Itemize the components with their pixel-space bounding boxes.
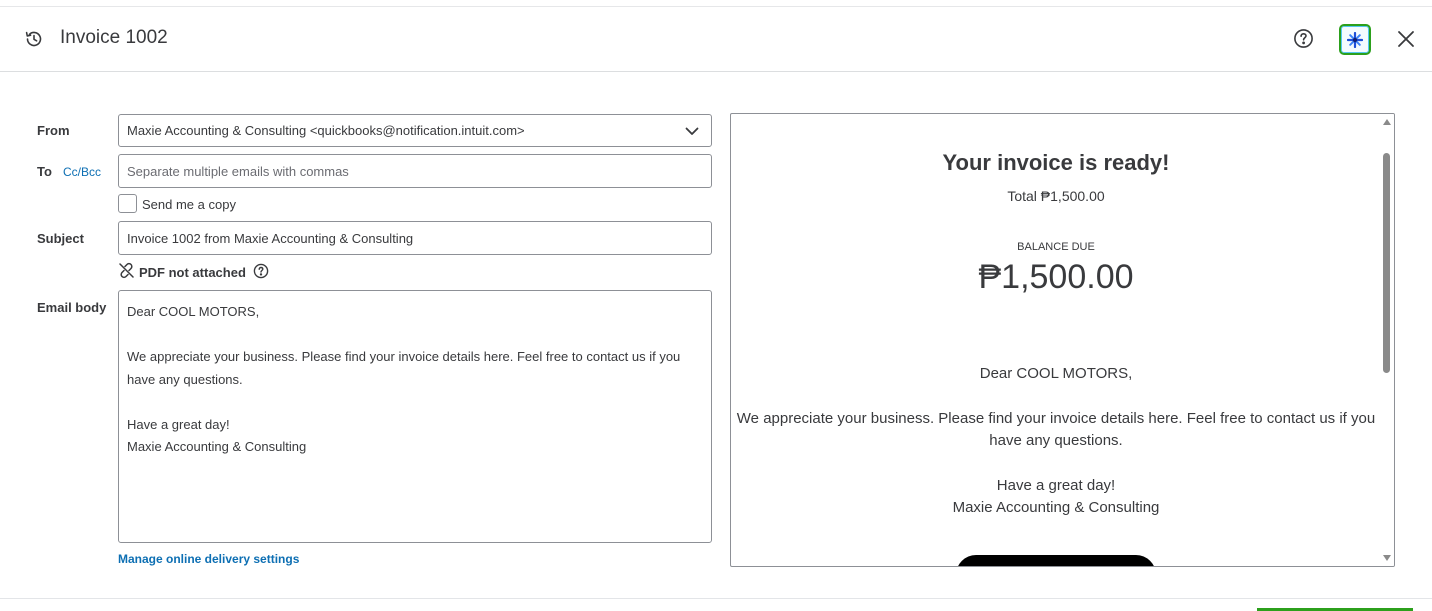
- preview-scrollbar[interactable]: [1380, 114, 1394, 566]
- preview-greeting: Dear COOL MOTORS,: [979, 365, 1133, 382]
- email-body-textarea[interactable]: Dear COOL MOTORS, We appreciate your bus…: [118, 290, 712, 543]
- body-closing: Have a great day!: [127, 416, 230, 432]
- help-circle-icon[interactable]: [1293, 28, 1314, 49]
- preview-message: Dear COOL MOTORS, We appreciate your bus…: [731, 363, 1381, 520]
- pdf-status-row: PDF not attached: [118, 262, 269, 282]
- to-field[interactable]: [118, 154, 712, 188]
- preview-signature: Maxie Accounting & Consulting: [952, 499, 1160, 516]
- preview-title: Your invoice is ready!: [942, 150, 1170, 175]
- preview-message-line-2: have any questions.: [989, 432, 1123, 449]
- send-copy-label: Send me a copy: [142, 197, 236, 212]
- body-signature: Maxie Accounting & Consulting: [127, 439, 307, 454]
- footer-divider: [0, 598, 1432, 599]
- balance-due-amount: ₱1,500.00: [978, 258, 1134, 296]
- unlink-icon: [118, 262, 135, 282]
- preview-closing: Have a great day!: [996, 476, 1116, 494]
- chevron-down-icon[interactable]: [685, 124, 699, 138]
- history-icon[interactable]: [24, 29, 44, 49]
- email-preview-panel: Your invoice is ready! Total ₱1,500.00 B…: [730, 113, 1395, 567]
- send-copy-checkbox[interactable]: [118, 194, 137, 213]
- email-body-label: Email body: [37, 300, 107, 315]
- balance-due-label: BALANCE DUE: [1017, 241, 1095, 253]
- from-label: From: [37, 123, 70, 138]
- subject-value: Invoice 1002 from Maxie Accounting & Con…: [127, 230, 414, 246]
- close-icon[interactable]: [1397, 30, 1415, 48]
- modal-header: Invoice 1002: [0, 7, 1432, 72]
- subject-label: Subject: [37, 231, 84, 246]
- ai-assist-button[interactable]: [1339, 24, 1371, 55]
- top-strip: [0, 0, 1432, 7]
- to-input[interactable]: [127, 163, 703, 179]
- scrollbar-thumb[interactable]: [1383, 153, 1390, 373]
- scroll-down-arrow-icon[interactable]: [1383, 555, 1391, 561]
- to-label: To: [37, 164, 52, 179]
- preview-message-line-1: We appreciate your business. Please find…: [736, 409, 1376, 427]
- body-greeting: Dear COOL MOTORS,: [127, 304, 260, 319]
- from-select[interactable]: Maxie Accounting & Consulting <quickbook…: [118, 114, 712, 147]
- view-invoice-button[interactable]: [956, 555, 1156, 566]
- sparkle-icon: [1347, 32, 1363, 48]
- preview-total: Total ₱1,500.00: [1007, 188, 1105, 204]
- subject-field[interactable]: Invoice 1002 from Maxie Accounting & Con…: [118, 221, 712, 255]
- help-circle-icon[interactable]: [253, 263, 269, 282]
- scroll-up-arrow-icon[interactable]: [1383, 119, 1391, 125]
- page-title: Invoice 1002: [60, 27, 168, 48]
- preview-content: Your invoice is ready! Total ₱1,500.00 B…: [731, 114, 1381, 566]
- cc-bcc-link[interactable]: Cc/Bcc: [63, 165, 101, 179]
- body-line-1: We appreciate your business. Please find…: [127, 349, 681, 364]
- manage-delivery-settings-link[interactable]: Manage online delivery settings: [118, 552, 299, 566]
- from-value: Maxie Accounting & Consulting <quickbook…: [127, 123, 525, 138]
- body-line-2: have any questions.: [127, 371, 243, 387]
- pdf-status-text: PDF not attached: [139, 264, 246, 280]
